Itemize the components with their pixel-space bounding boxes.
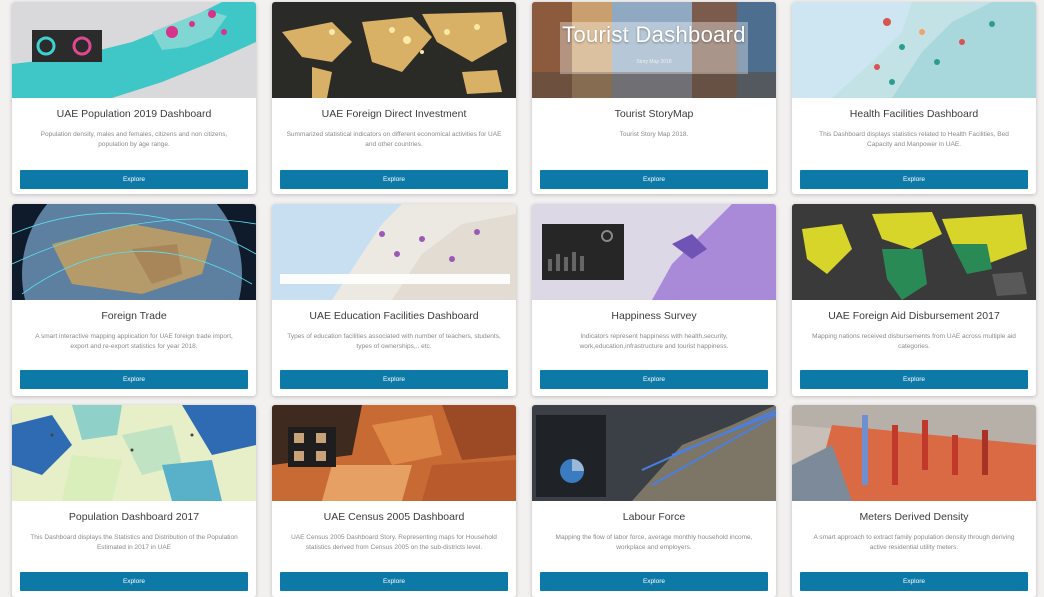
- card-uae-population-2019[interactable]: UAE Population 2019 Dashboard Population…: [12, 2, 256, 194]
- card-description: Tourist Story Map 2018.: [619, 131, 689, 138]
- card-description: This Dashboard displays the Statistics a…: [30, 534, 238, 551]
- card-title: Population Dashboard 2017: [68, 511, 200, 523]
- card-description: This Dashboard displays statistics relat…: [819, 131, 1009, 148]
- card-title: UAE Education Facilities Dashboard: [309, 310, 479, 322]
- card-uae-education-facilities[interactable]: UAE Education Facilities Dashboard Types…: [272, 204, 516, 396]
- dashboard-gallery: UAE Population 2019 Dashboard Population…: [0, 0, 1044, 597]
- card-description: Mapping the flow of labor force, average…: [555, 534, 753, 551]
- explore-button[interactable]: Explore: [540, 170, 768, 189]
- storymap-thumbnail[interactable]: Tourist Dashboard Story Map 2018: [532, 2, 776, 98]
- explore-button[interactable]: Explore: [280, 370, 508, 389]
- map-thumbnail[interactable]: [272, 405, 516, 501]
- globe-thumbnail[interactable]: [12, 204, 256, 300]
- map-thumbnail[interactable]: [792, 2, 1036, 98]
- card-description: A smart approach to extract family popul…: [813, 534, 1015, 551]
- card-title: Meters Derived Density: [859, 511, 969, 523]
- card-description: Types of education facilities associated…: [287, 333, 501, 350]
- card-title: UAE Population 2019 Dashboard: [56, 108, 212, 120]
- explore-button[interactable]: Explore: [540, 370, 768, 389]
- card-description: A smart interactive mapping application …: [35, 333, 233, 350]
- card-title: Labour Force: [622, 511, 686, 523]
- map-thumbnail[interactable]: [12, 405, 256, 501]
- map-thumbnail[interactable]: [12, 2, 256, 98]
- card-description: Mapping nations received disbursements f…: [812, 333, 1016, 350]
- storymap-overlay-subtitle: Story Map 2018: [636, 59, 672, 65]
- explore-button[interactable]: Explore: [800, 370, 1028, 389]
- card-happiness-survey[interactable]: Happiness Survey Indicators represent ha…: [532, 204, 776, 396]
- map-thumbnail[interactable]: [792, 405, 1036, 501]
- explore-button[interactable]: Explore: [280, 170, 508, 189]
- explore-button[interactable]: Explore: [800, 572, 1028, 591]
- card-description: Population density, males and females, c…: [40, 131, 228, 148]
- card-health-facilities[interactable]: Health Facilities Dashboard This Dashboa…: [792, 2, 1036, 194]
- map-thumbnail[interactable]: [532, 204, 776, 300]
- card-description: UAE Census 2005 Dashboard Story. Represe…: [291, 534, 497, 551]
- card-description: Summarized statistical indicators on dif…: [286, 131, 502, 148]
- map-thumbnail[interactable]: [272, 2, 516, 98]
- card-title: UAE Census 2005 Dashboard: [323, 511, 465, 523]
- card-title: Foreign Trade: [101, 310, 167, 322]
- explore-button[interactable]: Explore: [20, 170, 248, 189]
- storymap-overlay-title: Tourist Dashboard: [562, 22, 746, 47]
- card-title: UAE Foreign Direct Investment: [321, 108, 467, 120]
- card-description: Indicators represent happiness with heal…: [579, 333, 729, 350]
- card-uae-census-2005[interactable]: UAE Census 2005 Dashboard UAE Census 200…: [272, 405, 516, 597]
- card-population-dashboard-2017[interactable]: Population Dashboard 2017 This Dashboard…: [12, 405, 256, 597]
- card-tourist-storymap[interactable]: Tourist Dashboard Story Map 2018 Tourist…: [532, 2, 776, 194]
- explore-button[interactable]: Explore: [20, 370, 248, 389]
- card-labour-force[interactable]: Labour Force Mapping the flow of labor f…: [532, 405, 776, 597]
- card-title: UAE Foreign Aid Disbursement 2017: [828, 310, 1000, 322]
- card-foreign-trade[interactable]: Foreign Trade A smart interactive mappin…: [12, 204, 256, 396]
- card-uae-foreign-direct-investment[interactable]: UAE Foreign Direct Investment Summarized…: [272, 2, 516, 194]
- explore-button[interactable]: Explore: [20, 572, 248, 591]
- card-uae-foreign-aid-disbursement[interactable]: UAE Foreign Aid Disbursement 2017 Mappin…: [792, 204, 1036, 396]
- explore-button[interactable]: Explore: [540, 572, 768, 591]
- map-thumbnail[interactable]: [792, 204, 1036, 300]
- card-meters-derived-density[interactable]: Meters Derived Density A smart approach …: [792, 405, 1036, 597]
- map-thumbnail[interactable]: [532, 405, 776, 501]
- card-title: Happiness Survey: [611, 310, 697, 322]
- explore-button[interactable]: Explore: [800, 170, 1028, 189]
- card-title: Tourist StoryMap: [614, 108, 694, 120]
- card-title: Health Facilities Dashboard: [849, 108, 979, 120]
- explore-button[interactable]: Explore: [280, 572, 508, 591]
- map-thumbnail[interactable]: [272, 204, 516, 300]
